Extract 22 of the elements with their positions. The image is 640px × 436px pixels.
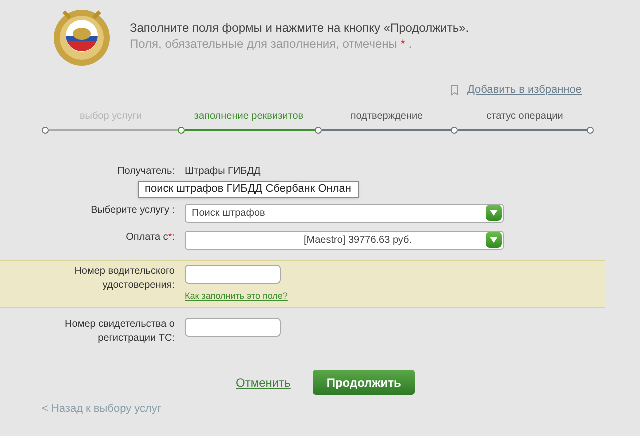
continue-button[interactable]: Продолжить bbox=[312, 370, 416, 395]
add-to-favorites-link[interactable]: Добавить в избранное bbox=[467, 82, 582, 98]
bookmark-icon bbox=[451, 84, 460, 96]
required-note: Поля, обязательные для заполнения, отмечены * . bbox=[130, 36, 414, 52]
text-input-field[interactable] bbox=[185, 318, 281, 337]
step-label: подтверждение bbox=[350, 110, 424, 124]
tooltip: поиск штрафов ГИБДД Сбербанк Онлан bbox=[138, 180, 358, 198]
recipient-label: Получатель: bbox=[116, 164, 176, 178]
field-label: Номер водительского удостоверения: bbox=[74, 264, 176, 292]
help-link[interactable]: Как заполнить это поле? bbox=[185, 290, 288, 303]
recipient-value: Штрафы ГИБДД bbox=[185, 164, 261, 178]
field-label: Выберите услугу : bbox=[90, 204, 176, 218]
text-input-field[interactable] bbox=[185, 264, 281, 284]
field-label: Оплата с*: bbox=[125, 230, 176, 244]
dropdown-field[interactable]: [Maestro] 39776.63 руб. bbox=[185, 230, 504, 250]
field-label: Номер свидетельства о регистрации ТС: bbox=[64, 318, 176, 346]
back-link[interactable]: < Назад к выбору услуг bbox=[0, 401, 640, 418]
step-label: заполнение реквизитов bbox=[193, 110, 305, 124]
dropdown-field[interactable]: Поиск штрафов bbox=[185, 204, 504, 222]
step-label: статус операции bbox=[486, 110, 564, 124]
cancel-link[interactable]: Отменить bbox=[236, 374, 291, 392]
instruction-text: Заполните поля формы и нажмите на кнопку «Продолжить». bbox=[130, 20, 470, 36]
